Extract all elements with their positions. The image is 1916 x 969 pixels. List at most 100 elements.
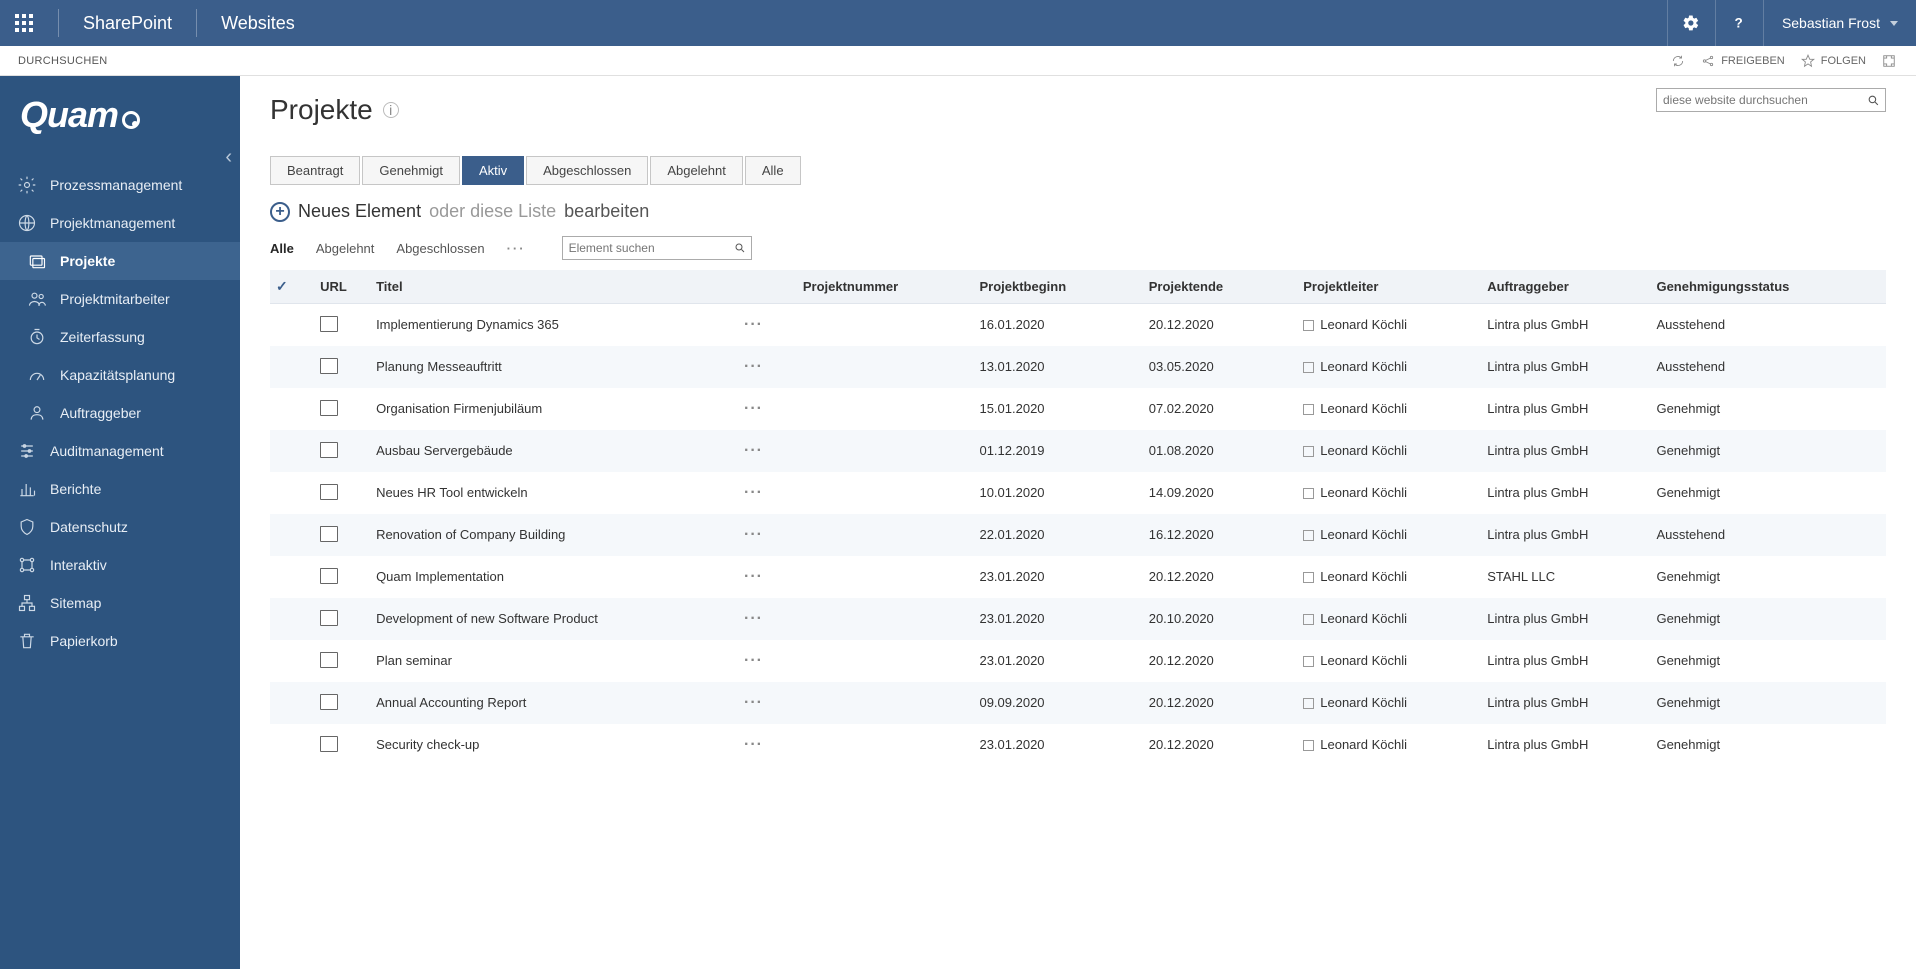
row-url[interactable] — [314, 724, 370, 766]
table-row[interactable]: Planung Messeauftritt···13.01.202003.05.… — [270, 346, 1886, 388]
nav-auditmanagement[interactable]: Auditmanagement — [0, 432, 240, 470]
new-item-link[interactable]: Neues Element — [298, 201, 421, 222]
row-projektleiter[interactable]: Leonard Köchli — [1297, 430, 1481, 472]
row-check[interactable] — [270, 556, 314, 598]
col-projektleiter[interactable]: Projektleiter — [1297, 270, 1481, 304]
row-check[interactable] — [270, 388, 314, 430]
search-icon[interactable] — [1861, 94, 1885, 107]
col-projektende[interactable]: Projektende — [1143, 270, 1298, 304]
filter-genehmigt[interactable]: Genehmigt — [362, 156, 460, 185]
row-url[interactable] — [314, 640, 370, 682]
col-url[interactable]: URL — [314, 270, 370, 304]
info-icon[interactable]: i — [383, 102, 399, 118]
col-projektnummer[interactable]: Projektnummer — [797, 270, 974, 304]
brand-sharepoint[interactable]: SharePoint — [69, 13, 186, 34]
row-check[interactable] — [270, 640, 314, 682]
col-check[interactable]: ✓ — [270, 270, 314, 304]
help-button[interactable]: ? — [1715, 0, 1763, 46]
item-search-input[interactable] — [563, 241, 730, 255]
row-projektleiter[interactable]: Leonard Köchli — [1297, 514, 1481, 556]
sync-button[interactable] — [1663, 54, 1693, 68]
view-abgeschlossen[interactable]: Abgeschlossen — [396, 241, 484, 256]
share-button[interactable]: FREIGEBEN — [1693, 54, 1793, 68]
row-url[interactable] — [314, 556, 370, 598]
nav-projektmitarbeiter[interactable]: Projektmitarbeiter — [0, 280, 240, 318]
ribbon-tab-browse[interactable]: DURCHSUCHEN — [12, 55, 113, 67]
nav-datenschutz[interactable]: Datenschutz — [0, 508, 240, 546]
row-titel[interactable]: Plan seminar — [370, 640, 738, 682]
app-launcher-icon[interactable] — [0, 0, 48, 46]
col-genehmigungsstatus[interactable]: Genehmigungsstatus — [1650, 270, 1886, 304]
row-titel[interactable]: Security check-up — [370, 724, 738, 766]
nav-interaktiv[interactable]: Interaktiv — [0, 546, 240, 584]
col-titel[interactable]: Titel — [370, 270, 738, 304]
table-row[interactable]: Plan seminar···23.01.202020.12.2020Leona… — [270, 640, 1886, 682]
table-row[interactable]: Organisation Firmenjubiläum···15.01.2020… — [270, 388, 1886, 430]
nav-papierkorb[interactable]: Papierkorb — [0, 622, 240, 660]
row-menu-icon[interactable]: ··· — [744, 484, 763, 501]
site-search-input[interactable] — [1657, 93, 1861, 107]
row-check[interactable] — [270, 304, 314, 346]
row-projektleiter[interactable]: Leonard Köchli — [1297, 346, 1481, 388]
view-abgelehnt[interactable]: Abgelehnt — [316, 241, 375, 256]
row-menu-icon[interactable]: ··· — [744, 736, 763, 753]
filter-abgeschlossen[interactable]: Abgeschlossen — [526, 156, 648, 185]
row-url[interactable] — [314, 346, 370, 388]
row-projektleiter[interactable]: Leonard Köchli — [1297, 556, 1481, 598]
nav-kapazitaetsplanung[interactable]: Kapazitätsplanung — [0, 356, 240, 394]
row-menu-icon[interactable]: ··· — [744, 358, 763, 375]
table-row[interactable]: Renovation of Company Building···22.01.2… — [270, 514, 1886, 556]
row-url[interactable] — [314, 598, 370, 640]
filter-abgelehnt[interactable]: Abgelehnt — [650, 156, 743, 185]
row-projektleiter[interactable]: Leonard Köchli — [1297, 304, 1481, 346]
row-url[interactable] — [314, 388, 370, 430]
row-check[interactable] — [270, 472, 314, 514]
row-check[interactable] — [270, 724, 314, 766]
more-views-icon[interactable]: ··· — [507, 241, 526, 256]
row-titel[interactable]: Neues HR Tool entwickeln — [370, 472, 738, 514]
row-projektleiter[interactable]: Leonard Köchli — [1297, 388, 1481, 430]
row-check[interactable] — [270, 346, 314, 388]
nav-auftraggeber[interactable]: Auftraggeber — [0, 394, 240, 432]
row-check[interactable] — [270, 430, 314, 472]
nav-prozessmanagement[interactable]: Prozessmanagement — [0, 166, 240, 204]
row-menu-icon[interactable]: ··· — [744, 400, 763, 417]
row-menu-icon[interactable]: ··· — [744, 694, 763, 711]
table-row[interactable]: Security check-up···23.01.202020.12.2020… — [270, 724, 1886, 766]
row-menu-icon[interactable]: ··· — [744, 652, 763, 669]
col-auftraggeber[interactable]: Auftraggeber — [1481, 270, 1650, 304]
row-projektleiter[interactable]: Leonard Köchli — [1297, 598, 1481, 640]
filter-beantragt[interactable]: Beantragt — [270, 156, 360, 185]
table-row[interactable]: Annual Accounting Report···09.09.202020.… — [270, 682, 1886, 724]
row-menu-icon[interactable]: ··· — [744, 316, 763, 333]
row-projektleiter[interactable]: Leonard Köchli — [1297, 724, 1481, 766]
nav-berichte[interactable]: Berichte — [0, 470, 240, 508]
row-menu-icon[interactable]: ··· — [744, 526, 763, 543]
row-check[interactable] — [270, 682, 314, 724]
table-row[interactable]: Implementierung Dynamics 365···16.01.202… — [270, 304, 1886, 346]
table-row[interactable]: Quam Implementation···23.01.202020.12.20… — [270, 556, 1886, 598]
add-icon[interactable]: + — [270, 202, 290, 222]
nav-projekte[interactable]: Projekte — [0, 242, 240, 280]
nav-sitemap[interactable]: Sitemap — [0, 584, 240, 622]
row-titel[interactable]: Development of new Software Product — [370, 598, 738, 640]
filter-aktiv[interactable]: Aktiv — [462, 156, 524, 185]
row-url[interactable] — [314, 682, 370, 724]
row-projektleiter[interactable]: Leonard Köchli — [1297, 472, 1481, 514]
row-titel[interactable]: Organisation Firmenjubiläum — [370, 388, 738, 430]
row-url[interactable] — [314, 304, 370, 346]
table-row[interactable]: Ausbau Servergebäude···01.12.201901.08.2… — [270, 430, 1886, 472]
row-check[interactable] — [270, 514, 314, 556]
col-projektbeginn[interactable]: Projektbeginn — [973, 270, 1142, 304]
brand-websites[interactable]: Websites — [207, 13, 309, 34]
row-url[interactable] — [314, 514, 370, 556]
settings-button[interactable] — [1667, 0, 1715, 46]
row-titel[interactable]: Planung Messeauftritt — [370, 346, 738, 388]
row-titel[interactable]: Ausbau Servergebäude — [370, 430, 738, 472]
row-menu-icon[interactable]: ··· — [744, 442, 763, 459]
row-projektleiter[interactable]: Leonard Köchli — [1297, 640, 1481, 682]
row-titel[interactable]: Quam Implementation — [370, 556, 738, 598]
fullscreen-button[interactable] — [1874, 54, 1904, 68]
row-titel[interactable]: Implementierung Dynamics 365 — [370, 304, 738, 346]
row-menu-icon[interactable]: ··· — [744, 568, 763, 585]
